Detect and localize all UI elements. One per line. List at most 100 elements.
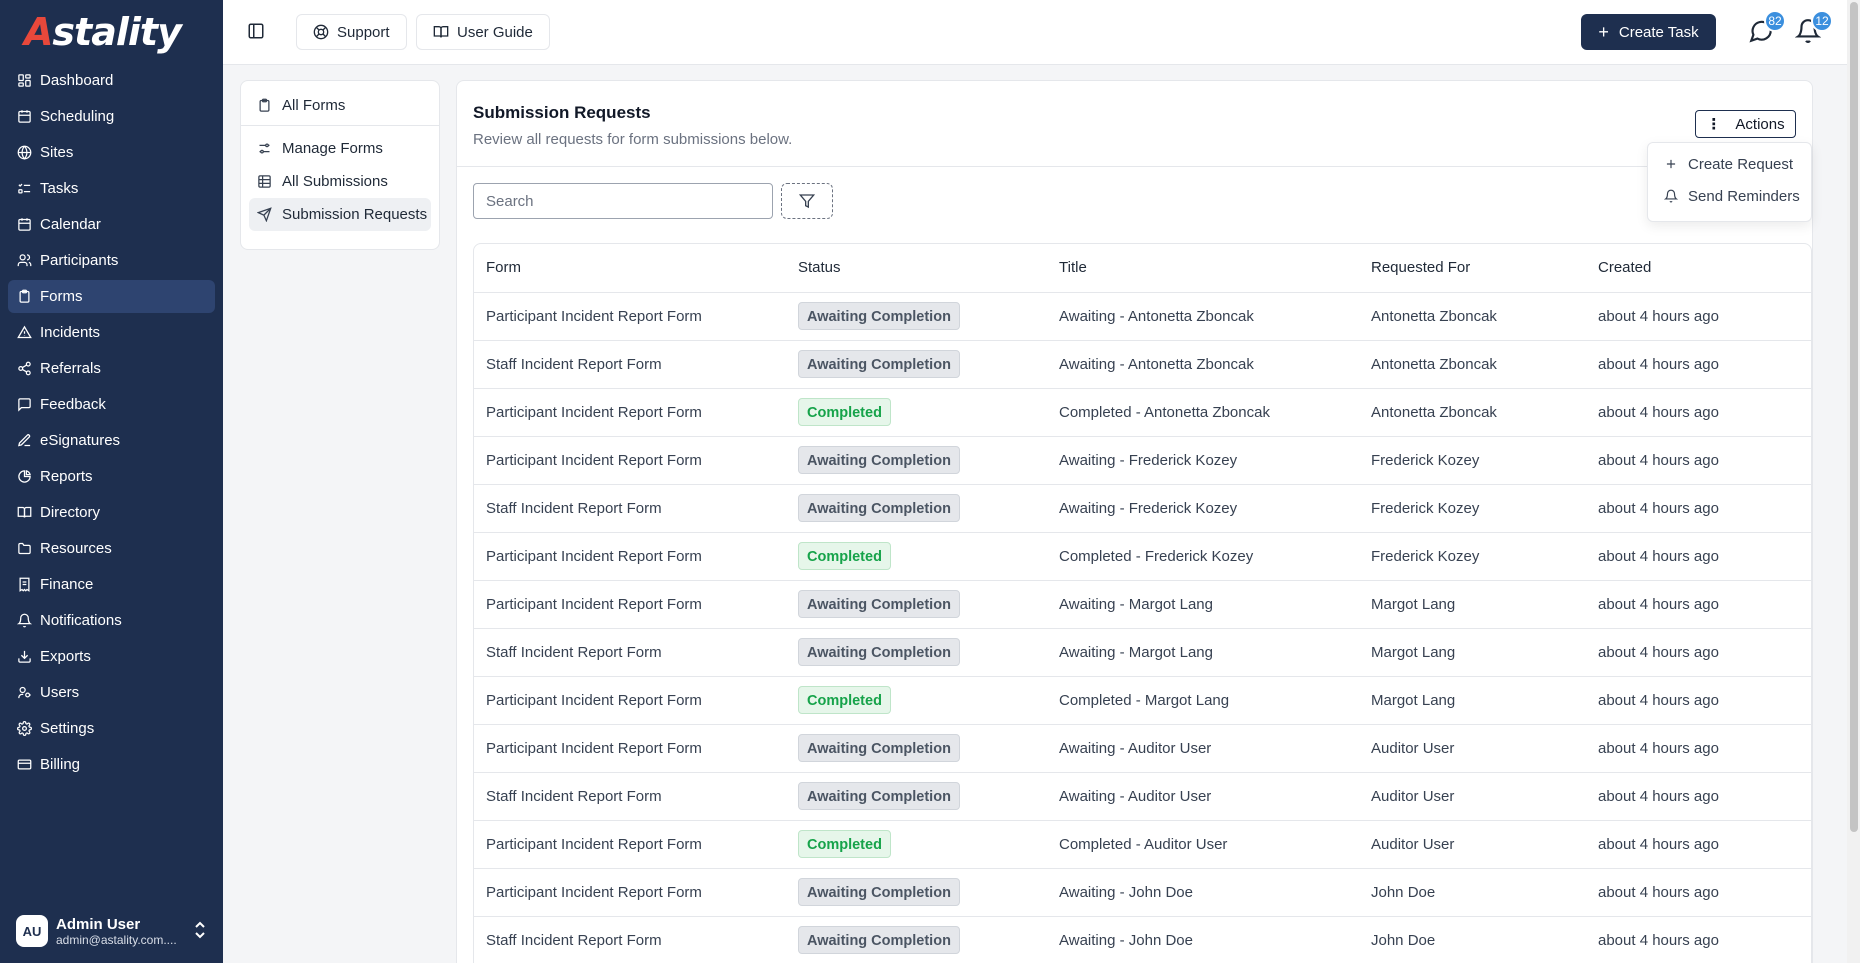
sidebar-item-directory[interactable]: Directory <box>8 496 215 529</box>
send-icon <box>257 207 272 222</box>
table-row[interactable]: Staff Incident Report Form Awaiting Compl… <box>474 484 1811 533</box>
cell-form: Staff Incident Report Form <box>474 772 786 821</box>
cell-status: Completed <box>786 676 1047 725</box>
search-input[interactable] <box>473 183 773 219</box>
table-row[interactable]: Participant Incident Report Form Awaiting… <box>474 436 1811 485</box>
sidebar-item-notifications[interactable]: Notifications <box>8 604 215 637</box>
cell-form: Participant Incident Report Form <box>474 820 786 869</box>
create-request-label: Create Request <box>1688 155 1794 173</box>
sidebar-item-label: Calendar <box>40 216 101 233</box>
table-row[interactable]: Participant Incident Report Form Awaiting… <box>474 292 1811 341</box>
book-icon <box>16 505 32 521</box>
table-header-row: Form Status Title Requested For Created <box>474 244 1811 293</box>
cell-requested-for: John Doe <box>1359 868 1586 917</box>
create-task-button[interactable]: + Create Task <box>1581 14 1716 50</box>
col-created[interactable]: Created <box>1586 244 1811 293</box>
col-requested-for[interactable]: Requested For <box>1359 244 1586 293</box>
sidebar-item-reports[interactable]: Reports <box>8 460 215 493</box>
support-label: Support <box>337 23 390 41</box>
sidebar-item-resources[interactable]: Resources <box>8 532 215 565</box>
cell-status: Completed <box>786 388 1047 437</box>
sidebar-item-referrals[interactable]: Referrals <box>8 352 215 385</box>
col-form[interactable]: Form <box>474 244 786 293</box>
actions-button[interactable]: ⋮ Actions <box>1695 110 1796 138</box>
create-task-label: Create Task <box>1618 23 1699 41</box>
gear-icon <box>16 721 32 737</box>
sidebar-item-forms[interactable]: Forms <box>8 280 215 313</box>
cell-requested-for: Frederick Kozey <box>1359 484 1586 533</box>
cell-form: Participant Incident Report Form <box>474 676 786 725</box>
table-row[interactable]: Staff Incident Report Form Awaiting Compl… <box>474 340 1811 389</box>
sidebar-item-label: Reports <box>40 468 93 485</box>
subnav-all-forms[interactable]: All Forms <box>249 89 431 122</box>
sidebar-item-finance[interactable]: Finance <box>8 568 215 601</box>
sidebar-item-dashboard[interactable]: Dashboard <box>8 64 215 97</box>
table-row[interactable]: Participant Incident Report Form Awaiting… <box>474 580 1811 629</box>
sidebar-item-settings[interactable]: Settings <box>8 712 215 745</box>
cell-form: Participant Incident Report Form <box>474 724 786 773</box>
app-logo[interactable]: Astality <box>0 0 223 64</box>
cell-status: Awaiting Completion <box>786 628 1047 677</box>
more-vertical-icon: ⋮ <box>1706 116 1722 133</box>
status-badge: Awaiting Completion <box>798 302 960 330</box>
cell-requested-for: John Doe <box>1359 916 1586 963</box>
sidebar-item-label: Feedback <box>40 396 106 413</box>
cell-created: about 4 hours ago <box>1586 532 1811 581</box>
sidebar-item-esignatures[interactable]: eSignatures <box>8 424 215 457</box>
cell-title: Completed - Margot Lang <box>1047 676 1359 725</box>
send-reminders-item[interactable]: Send Reminders <box>1648 180 1811 212</box>
sidebar-item-label: Users <box>40 684 80 701</box>
page-scrollbar[interactable] <box>1847 0 1860 963</box>
table-row[interactable]: Participant Incident Report Form Awaiting… <box>474 868 1811 917</box>
table-row[interactable]: Staff Incident Report Form Awaiting Compl… <box>474 916 1811 963</box>
create-request-item[interactable]: Create Request <box>1648 148 1811 180</box>
sidebar-item-label: Tasks <box>40 180 79 197</box>
sidebar-item-label: Sites <box>40 144 74 161</box>
table-row[interactable]: Participant Incident Report Form Complete… <box>474 388 1811 437</box>
table-row[interactable]: Participant Incident Report Form Complete… <box>474 820 1811 869</box>
user-menu[interactable]: AU Admin User admin@astality.com.... <box>8 907 215 955</box>
scrollbar-thumb[interactable] <box>1850 2 1858 832</box>
sidebar-item-sites[interactable]: Sites <box>8 136 215 169</box>
user-guide-button[interactable]: User Guide <box>416 14 550 50</box>
sidebar-item-feedback[interactable]: Feedback <box>8 388 215 421</box>
sidebar-item-incidents[interactable]: Incidents <box>8 316 215 349</box>
subnav-submission-requests[interactable]: Submission Requests <box>249 198 431 231</box>
sidebar-toggle-icon[interactable] <box>245 20 267 42</box>
table-row[interactable]: Staff Incident Report Form Awaiting Compl… <box>474 772 1811 821</box>
table-row[interactable]: Participant Incident Report Form Awaiting… <box>474 724 1811 773</box>
sidebar-item-users[interactable]: Users <box>8 676 215 709</box>
sidebar-item-calendar[interactable]: Calendar <box>8 208 215 241</box>
status-badge: Awaiting Completion <box>798 446 960 474</box>
cell-requested-for: Margot Lang <box>1359 580 1586 629</box>
user-email: admin@astality.com.... <box>56 932 177 947</box>
status-badge: Awaiting Completion <box>798 878 960 906</box>
sidebar-item-label: Referrals <box>40 360 101 377</box>
notifications-button[interactable]: 12 <box>1794 10 1833 46</box>
forms-subnav: All Forms Manage Forms All Submissions S… <box>240 80 440 250</box>
filter-button[interactable] <box>781 183 833 219</box>
sidebar-item-tasks[interactable]: Tasks <box>8 172 215 205</box>
pen-icon <box>16 433 32 449</box>
send-reminders-label: Send Reminders <box>1688 187 1800 205</box>
sidebar-item-exports[interactable]: Exports <box>8 640 215 673</box>
status-badge: Awaiting Completion <box>798 926 960 954</box>
cell-created: about 4 hours ago <box>1586 724 1811 773</box>
col-status[interactable]: Status <box>786 244 1047 293</box>
cell-created: about 4 hours ago <box>1586 340 1811 389</box>
cell-form: Participant Incident Report Form <box>474 868 786 917</box>
bell-icon <box>16 613 32 629</box>
messages-button[interactable]: 82 <box>1748 10 1786 46</box>
subnav-all-submissions[interactable]: All Submissions <box>249 165 431 198</box>
subnav-manage-forms[interactable]: Manage Forms <box>249 132 431 165</box>
sidebar-item-participants[interactable]: Participants <box>8 244 215 277</box>
subnav-all-forms-label: All Forms <box>282 97 346 114</box>
table-row[interactable]: Participant Incident Report Form Complete… <box>474 676 1811 725</box>
support-button[interactable]: Support <box>296 14 407 50</box>
col-title[interactable]: Title <box>1047 244 1359 293</box>
table-row[interactable]: Participant Incident Report Form Complete… <box>474 532 1811 581</box>
lifebuoy-icon <box>313 24 329 40</box>
table-row[interactable]: Staff Incident Report Form Awaiting Compl… <box>474 628 1811 677</box>
sidebar-item-billing[interactable]: Billing <box>8 748 215 781</box>
sidebar-item-scheduling[interactable]: Scheduling <box>8 100 215 133</box>
